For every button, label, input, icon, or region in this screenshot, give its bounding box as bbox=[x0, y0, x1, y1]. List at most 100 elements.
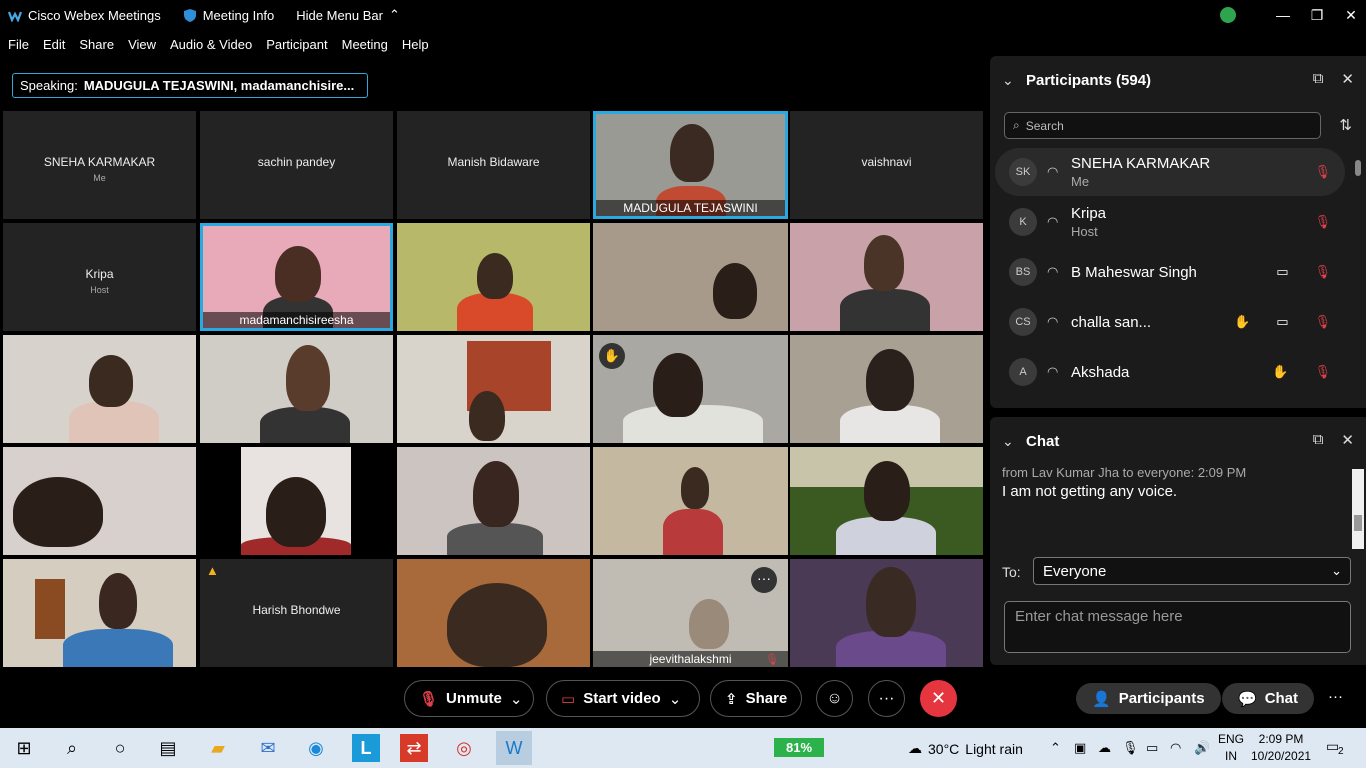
participant-row[interactable]: BS ◠ B Maheswar Singh ▭ 🎙 bbox=[995, 248, 1345, 296]
share-button[interactable]: ⇪ Share bbox=[710, 680, 802, 717]
participant-row[interactable]: CS ◠ challa san... ✋ ▭ 🎙 bbox=[995, 298, 1345, 346]
menu-meeting[interactable]: Meeting bbox=[342, 37, 388, 52]
unmute-button[interactable]: 🎙 Unmute ⌄ bbox=[404, 680, 534, 717]
app-l-icon[interactable]: L bbox=[352, 734, 380, 762]
participant-name: Akshada bbox=[1071, 363, 1130, 381]
tile-video[interactable] bbox=[790, 335, 983, 443]
battery-icon[interactable]: ▭ bbox=[1146, 740, 1158, 756]
more-options-icon[interactable]: ··· bbox=[1328, 688, 1343, 705]
more-options-icon[interactable]: ··· bbox=[751, 567, 777, 593]
tile-harish-bhondwe[interactable]: ▲ Harish Bhondwe bbox=[200, 559, 393, 667]
menu-file[interactable]: File bbox=[8, 37, 29, 52]
tile-video[interactable] bbox=[593, 447, 788, 555]
tile-sneha-karmakar[interactable]: SNEHA KARMAKAR Me bbox=[3, 111, 196, 219]
reactions-button[interactable]: ☺ bbox=[816, 680, 853, 717]
cortana-icon[interactable]: ○ bbox=[106, 734, 134, 762]
mic-muted-icon[interactable]: 🎙 bbox=[1314, 264, 1331, 280]
tile-kripa[interactable]: Kripa Host bbox=[3, 223, 196, 331]
start-video-button[interactable]: ▭ Start video ⌄ bbox=[546, 680, 700, 717]
cloud-icon[interactable]: ☁ bbox=[1098, 740, 1111, 756]
tile-video[interactable] bbox=[397, 335, 590, 443]
network-quality-icon[interactable] bbox=[1220, 7, 1236, 23]
tray-icon[interactable]: ▣ bbox=[1074, 740, 1086, 756]
chat-message-input[interactable]: Enter chat message here bbox=[1004, 601, 1351, 653]
tile-video[interactable]: ✋ bbox=[593, 335, 788, 443]
tile-video[interactable] bbox=[200, 335, 393, 443]
webex-taskbar-icon[interactable]: W bbox=[496, 731, 532, 765]
tile-vaishnavi[interactable]: vaishnavi bbox=[790, 111, 983, 219]
menu-edit[interactable]: Edit bbox=[43, 37, 65, 52]
tile-video[interactable] bbox=[3, 447, 196, 555]
close-icon[interactable]: ✕ bbox=[1341, 431, 1354, 449]
participants-scrollbar[interactable] bbox=[1354, 150, 1362, 398]
menu-share[interactable]: Share bbox=[79, 37, 114, 52]
headset-icon: ◠ bbox=[1047, 214, 1059, 229]
popout-icon[interactable]: ⧉ bbox=[1313, 70, 1324, 88]
tile-video[interactable] bbox=[397, 447, 590, 555]
tile-video[interactable] bbox=[3, 335, 196, 443]
minimize-icon[interactable]: — bbox=[1268, 7, 1298, 23]
leave-meeting-button[interactable]: ✕ bbox=[920, 680, 957, 717]
mic-muted-icon[interactable]: 🎙 bbox=[1314, 314, 1331, 330]
close-icon[interactable]: ✕ bbox=[1336, 7, 1366, 24]
chat-toggle-button[interactable]: 💬 Chat bbox=[1222, 683, 1315, 714]
collapse-chevron-icon[interactable]: ⌄ bbox=[1002, 433, 1014, 450]
participant-search-input[interactable]: ⌕ Search bbox=[1004, 112, 1321, 139]
chevron-down-icon[interactable]: ⌄ bbox=[510, 690, 523, 708]
tile-jeevithalakshmi[interactable]: ··· jeevithalakshmi 🎙 bbox=[593, 559, 788, 667]
tile-sachin-pandey[interactable]: sachin pandey bbox=[200, 111, 393, 219]
task-view-icon[interactable]: ▤ bbox=[154, 734, 182, 762]
restore-icon[interactable]: ❐ bbox=[1302, 7, 1332, 24]
collapse-chevron-icon[interactable]: ⌄ bbox=[1002, 72, 1014, 89]
tile-video[interactable] bbox=[3, 559, 196, 667]
chevron-up-icon[interactable]: ⌃ bbox=[1050, 740, 1061, 756]
tile-video[interactable] bbox=[593, 223, 788, 331]
mic-muted-icon[interactable]: 🎙 bbox=[1314, 364, 1331, 380]
camera-icon[interactable]: ▭ bbox=[1276, 264, 1288, 280]
menu-help[interactable]: Help bbox=[402, 37, 429, 52]
participant-row[interactable]: K ◠ Kripa Host 🎙 bbox=[995, 198, 1345, 246]
participants-toggle-button[interactable]: 👤 Participants bbox=[1076, 683, 1221, 714]
sync-app-icon[interactable]: ⇄ bbox=[400, 734, 428, 762]
tile-madugula-tejaswini[interactable]: MADUGULA TEJASWINI bbox=[593, 111, 788, 219]
search-icon[interactable]: ⌕ bbox=[58, 734, 86, 762]
tile-video[interactable] bbox=[200, 447, 393, 555]
file-explorer-icon[interactable]: ▰ bbox=[204, 734, 232, 762]
menu-participant[interactable]: Participant bbox=[266, 37, 327, 52]
input-language[interactable]: ENG IN bbox=[1218, 731, 1244, 765]
recipient-select[interactable]: Everyone ⌄ bbox=[1033, 557, 1351, 585]
mic-muted-icon[interactable]: 🎙 bbox=[1314, 164, 1331, 180]
meeting-info-button[interactable]: Meeting Info bbox=[183, 8, 274, 23]
tile-video[interactable] bbox=[397, 223, 590, 331]
weather-widget[interactable]: ☁ 30°C Light rain bbox=[908, 740, 1023, 757]
scrollbar-thumb[interactable] bbox=[1354, 515, 1362, 531]
chevron-down-icon[interactable]: ⌄ bbox=[669, 690, 682, 708]
tile-video[interactable] bbox=[790, 447, 983, 555]
popout-icon[interactable]: ⧉ bbox=[1313, 431, 1324, 449]
camera-icon[interactable]: ▭ bbox=[1276, 314, 1288, 330]
menu-audio-video[interactable]: Audio & Video bbox=[170, 37, 252, 52]
close-icon[interactable]: ✕ bbox=[1341, 70, 1354, 88]
chrome-icon[interactable]: ◎ bbox=[450, 734, 478, 762]
microphone-icon[interactable]: 🎙 bbox=[1122, 740, 1139, 756]
tile-madamanchisireesha[interactable]: madamanchisireesha bbox=[200, 223, 393, 331]
mic-muted-icon[interactable]: 🎙 bbox=[1314, 214, 1331, 230]
volume-icon[interactable]: 🔊 bbox=[1194, 740, 1210, 756]
tile-video[interactable] bbox=[790, 223, 983, 331]
mail-icon[interactable]: ✉ bbox=[254, 734, 282, 762]
participant-row[interactable]: SK ◠ SNEHA KARMAKAR Me 🎙 bbox=[995, 148, 1345, 196]
edge-browser-icon[interactable]: ◉ bbox=[302, 734, 330, 762]
wifi-icon[interactable]: ◠ bbox=[1170, 740, 1181, 756]
hide-menu-bar-button[interactable]: Hide Menu Bar ⌃ bbox=[296, 7, 400, 23]
menu-view[interactable]: View bbox=[128, 37, 156, 52]
sort-icon[interactable]: ⇅ bbox=[1339, 116, 1352, 134]
scrollbar-thumb[interactable] bbox=[1355, 160, 1361, 176]
tile-video[interactable] bbox=[397, 559, 590, 667]
tile-manish-bidaware[interactable]: Manish Bidaware bbox=[397, 111, 590, 219]
tile-video[interactable] bbox=[790, 559, 983, 667]
more-options-button[interactable]: ··· bbox=[868, 680, 905, 717]
clock[interactable]: 2:09 PM 10/20/2021 bbox=[1251, 731, 1311, 765]
windows-start-icon[interactable]: ⊞ bbox=[10, 734, 38, 762]
participant-row[interactable]: A ◠ Akshada ✋ 🎙 bbox=[995, 348, 1345, 396]
chat-scrollbar[interactable] bbox=[1352, 469, 1364, 549]
